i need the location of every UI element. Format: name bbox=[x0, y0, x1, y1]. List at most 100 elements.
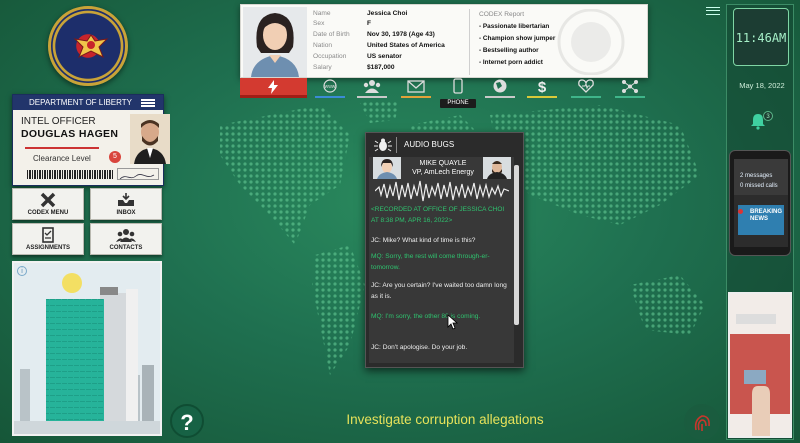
divider bbox=[396, 137, 397, 153]
barcode bbox=[27, 170, 113, 179]
profile-row-occupation: Occupation US senator bbox=[313, 52, 473, 62]
codex-item: - Passionate libertarian bbox=[479, 23, 550, 30]
phone-widget[interactable]: 2 messages 0 missed calls BREAKING NEWS bbox=[729, 150, 791, 256]
city-illustration-panel: i bbox=[12, 261, 162, 436]
tab-finance[interactable]: $ bbox=[522, 78, 562, 98]
target-portrait bbox=[243, 7, 307, 77]
codex-menu-button[interactable]: CODEX MENU bbox=[12, 188, 84, 220]
heart-icon bbox=[578, 79, 594, 93]
tab-social[interactable] bbox=[352, 78, 392, 98]
field-value: Nov 30, 1978 (Age 43) bbox=[367, 31, 435, 38]
transcript-line: JC: Are you certain? I've waited too dam… bbox=[371, 282, 507, 300]
officer-id-card[interactable]: DEPARTMENT OF LIBERTY INTEL OFFICER DOUG… bbox=[12, 94, 170, 186]
help-button[interactable]: ? bbox=[170, 404, 204, 438]
tab-health[interactable] bbox=[566, 78, 606, 98]
profile-row-salary: Salary $187,000 bbox=[313, 63, 473, 73]
transcript-panel: MIKE QUAYLE VP, AmLech Energy <RECORDED … bbox=[369, 157, 515, 363]
mail-icon bbox=[407, 80, 425, 93]
dollar-icon: $ bbox=[538, 79, 547, 96]
tab-globe[interactable] bbox=[480, 78, 520, 98]
messages-count: 2 messages bbox=[740, 173, 773, 179]
profile-row-sex: Sex F bbox=[313, 19, 473, 29]
codex-item: - Internet porn addict bbox=[479, 59, 543, 66]
office-building-illustration bbox=[14, 263, 160, 434]
field-label: Occupation bbox=[313, 53, 347, 60]
www-icon: www bbox=[323, 79, 337, 93]
scrollbar-thumb[interactable] bbox=[514, 165, 519, 325]
audio-bugs-title: AUDIO BUGS bbox=[404, 140, 455, 149]
officer-card-menu-icon[interactable] bbox=[141, 99, 155, 107]
lightning-icon bbox=[268, 80, 278, 94]
transcript-line: JC: Mike? What kind of time is this? bbox=[371, 237, 476, 244]
hand-illustration bbox=[730, 294, 790, 436]
officer-card-header: DEPARTMENT OF LIBERTY bbox=[13, 95, 163, 110]
tab-underline bbox=[485, 96, 515, 98]
field-label: Date of Birth bbox=[313, 31, 350, 38]
field-value: $187,000 bbox=[367, 64, 395, 71]
fingerprint-icon bbox=[686, 406, 718, 438]
field-label: Nation bbox=[313, 42, 333, 49]
main-menu-icon[interactable] bbox=[706, 7, 720, 15]
contacts-label: CONTACTS bbox=[109, 245, 143, 251]
target-profile-card: Name Jessica Choi Sex F Date of Birth No… bbox=[240, 4, 648, 78]
interrogation-card[interactable] bbox=[728, 292, 792, 438]
info-icon[interactable]: i bbox=[17, 266, 27, 276]
audio-bugs-window[interactable]: AUDIO BUGS MIKE QUAYLE VP, AmLech Energy… bbox=[365, 132, 524, 368]
game-screen: DEPARTMENT OF LIBERTY INTEL OFFICER DOUG… bbox=[0, 0, 800, 443]
tab-network[interactable] bbox=[610, 78, 650, 98]
officer-portrait bbox=[130, 114, 170, 164]
assignments-label: ASSIGNMENTS bbox=[25, 245, 70, 251]
recording-info: <RECORDED AT OFFICE OF JESSICA CHOI AT 8… bbox=[371, 206, 505, 224]
codex-x-icon bbox=[40, 192, 56, 208]
mike-quayle-thumbnail bbox=[483, 157, 511, 179]
divider bbox=[25, 147, 99, 149]
audio-waveform bbox=[375, 180, 509, 202]
transcript-scrollbar[interactable] bbox=[514, 157, 519, 363]
tab-web[interactable]: www bbox=[310, 78, 350, 98]
transcript-line: JC: Don't apologise. Do your job. bbox=[371, 344, 468, 351]
people-icon bbox=[116, 229, 136, 242]
fingerprint-button[interactable] bbox=[684, 404, 720, 440]
transcript-line: MQ: Sorry, the rest will come through-er… bbox=[371, 253, 490, 271]
tab-actions[interactable] bbox=[240, 78, 307, 98]
svg-text:$: $ bbox=[538, 79, 547, 94]
tab-underline bbox=[315, 96, 345, 98]
tab-phone[interactable] bbox=[438, 78, 478, 96]
divider bbox=[469, 9, 470, 75]
jessica-choi-thumbnail bbox=[373, 157, 401, 179]
officer-rank: INTEL OFFICER bbox=[21, 116, 96, 127]
inbox-label: INBOX bbox=[116, 210, 136, 216]
clearance-level-badge: 5 bbox=[109, 151, 121, 163]
field-value: Jessica Choi bbox=[367, 10, 408, 17]
breaking-news-banner[interactable]: BREAKING NEWS bbox=[738, 205, 784, 235]
tab-underline bbox=[527, 96, 557, 98]
people-icon bbox=[363, 80, 381, 93]
codex-report-header: CODEX Report bbox=[479, 11, 525, 18]
speaker-name: MIKE QUAYLE bbox=[419, 160, 467, 167]
inbox-icon bbox=[118, 193, 134, 206]
flag-watermark bbox=[557, 9, 625, 75]
codex-item: - Champion show jumper bbox=[479, 35, 556, 42]
clock-display: 11:46AM bbox=[733, 8, 789, 66]
mouse-cursor-icon bbox=[447, 314, 459, 330]
contacts-button[interactable]: CONTACTS bbox=[90, 223, 162, 255]
phone-screen: 2 messages 0 missed calls BREAKING NEWS bbox=[734, 159, 788, 247]
field-label: Salary bbox=[313, 64, 332, 71]
profile-row-dob: Date of Birth Nov 30, 1978 (Age 43) bbox=[313, 30, 473, 40]
field-value: US senator bbox=[367, 53, 402, 60]
bug-icon bbox=[374, 138, 392, 152]
transcript-line: MQ: I'm sorry, the other 80 is coming. bbox=[371, 313, 481, 320]
speaker-label: MIKE QUAYLE VP, AmLech Energy bbox=[405, 159, 481, 177]
clipboard-icon bbox=[42, 227, 54, 243]
officer-name: DOUGLAS HAGEN bbox=[21, 128, 119, 140]
network-icon bbox=[622, 80, 638, 93]
signature-box bbox=[117, 168, 159, 180]
profile-row-nation: Nation United States of America bbox=[313, 41, 473, 51]
inbox-button[interactable]: INBOX bbox=[90, 188, 162, 220]
phone-icon bbox=[453, 78, 463, 94]
field-label: Sex bbox=[313, 20, 325, 27]
assignments-button[interactable]: ASSIGNMENTS bbox=[12, 223, 84, 255]
field-value: United States of America bbox=[367, 42, 445, 49]
eagle-emblem-icon bbox=[73, 34, 109, 59]
tab-mail[interactable] bbox=[396, 78, 436, 98]
